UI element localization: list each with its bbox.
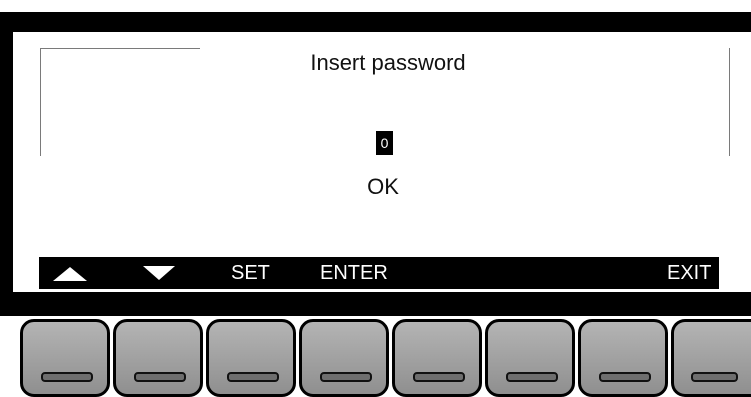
softkey-bar: SET ENTER EXIT — [39, 257, 719, 289]
hardware-key-4[interactable] — [299, 319, 389, 397]
hardware-key-7[interactable] — [578, 319, 668, 397]
screen-title: Insert password — [310, 50, 466, 75]
hardware-key-6[interactable] — [485, 319, 575, 397]
hardware-key-8[interactable] — [671, 319, 751, 397]
hardware-key-5[interactable] — [392, 319, 482, 397]
device-bezel-bottom — [0, 292, 751, 316]
key-groove — [41, 372, 93, 382]
ok-label: OK — [367, 174, 399, 199]
password-digit-field[interactable]: 0 — [376, 131, 393, 155]
down-triangle-icon — [143, 266, 175, 280]
softkey-down[interactable] — [142, 257, 182, 289]
key-groove — [227, 372, 279, 382]
softkey-enter[interactable]: ENTER — [320, 257, 388, 289]
key-groove — [320, 372, 372, 382]
hardware-key-2[interactable] — [113, 319, 203, 397]
hardware-key-3[interactable] — [206, 319, 296, 397]
key-groove — [506, 372, 558, 382]
frame-line-left — [40, 48, 41, 156]
lcd-screen: Insert password 0 OK SET ENTER EXIT — [13, 32, 751, 292]
device-bezel-top — [0, 12, 751, 32]
softkey-exit[interactable]: EXIT — [667, 257, 711, 289]
frame-line-top — [40, 48, 200, 49]
softkey-set[interactable]: SET — [231, 257, 270, 289]
frame-line-right — [729, 48, 730, 156]
up-triangle-icon — [53, 267, 87, 281]
hardware-key-1[interactable] — [20, 319, 110, 397]
key-groove — [413, 372, 465, 382]
key-groove — [134, 372, 186, 382]
device-bezel-left — [0, 12, 13, 316]
key-groove — [599, 372, 651, 382]
softkey-up[interactable] — [51, 257, 91, 289]
key-groove — [690, 372, 739, 382]
